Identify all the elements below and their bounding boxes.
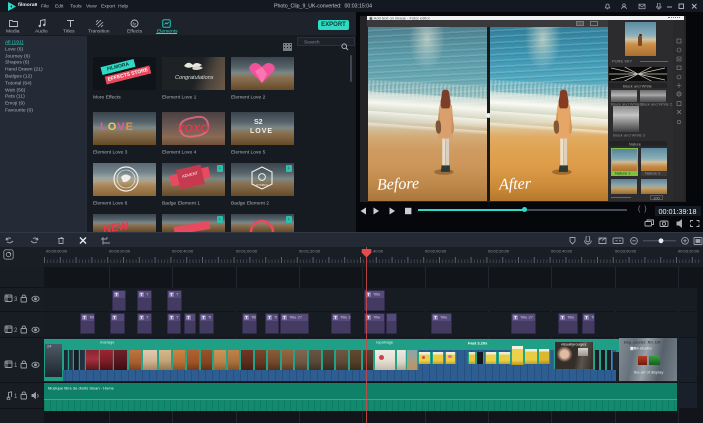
svg-text:SYMBOL: SYMBOL [256,183,269,187]
svg-text:2: 2 [14,328,18,334]
svg-text:XOXO: XOXO [176,123,209,135]
svg-text:Congratulations: Congratulations [175,75,214,81]
svg-text:1: 1 [14,363,18,369]
svg-text:1: 1 [14,394,18,400]
svg-text:fx: fx [133,21,137,26]
svg-text:3: 3 [14,297,18,303]
